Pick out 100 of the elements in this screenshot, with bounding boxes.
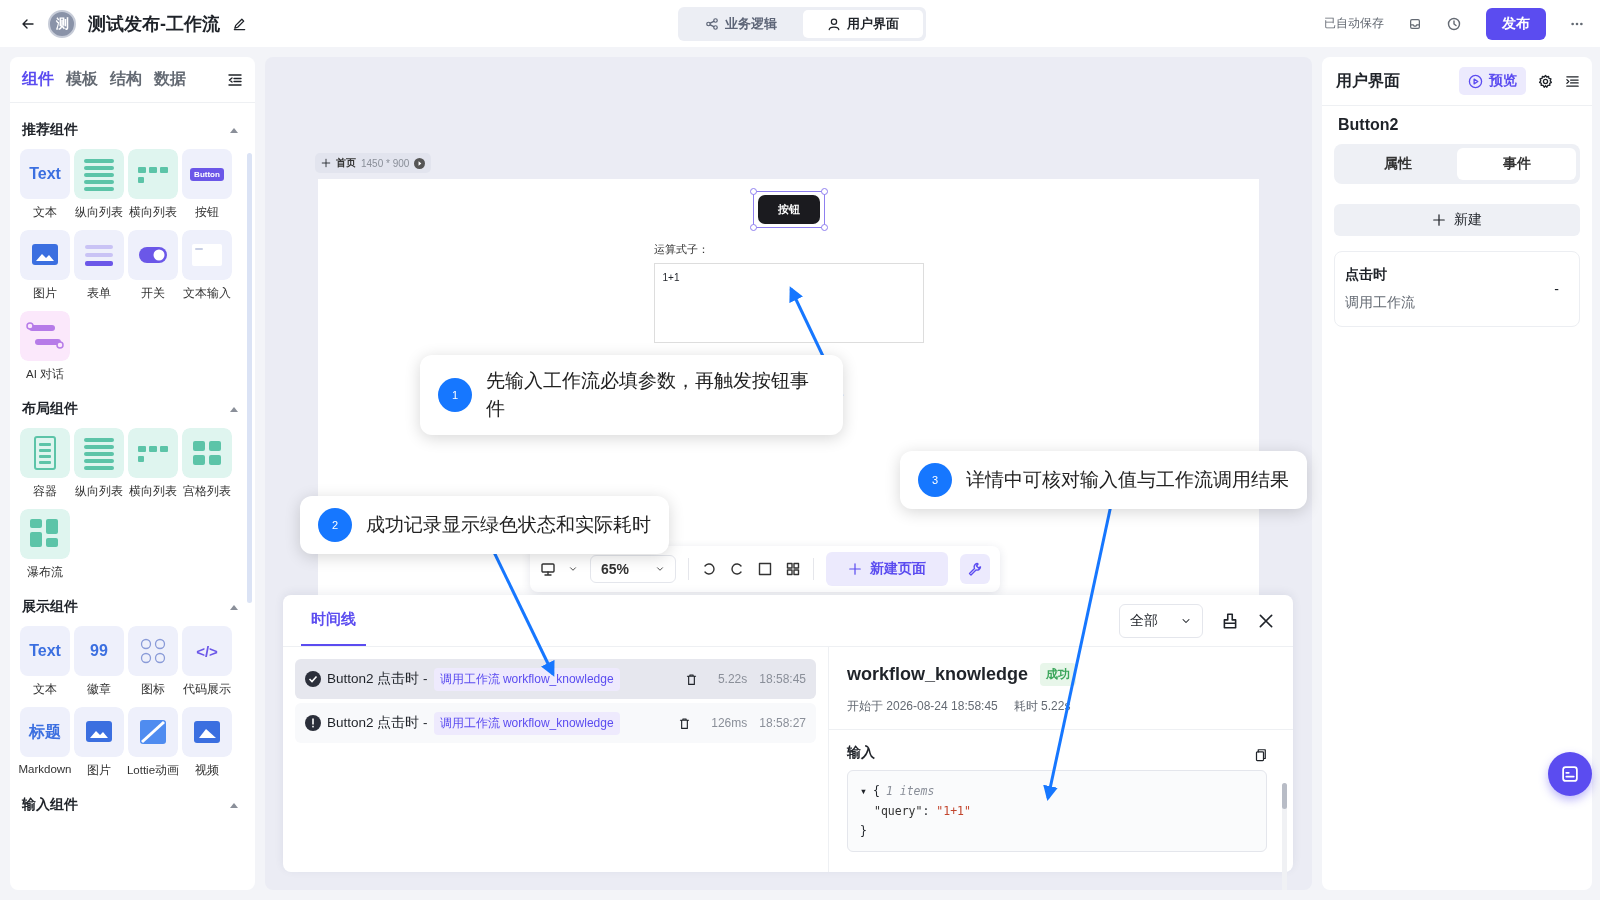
zoom-select[interactable]: 65% xyxy=(590,555,677,583)
start-time: 开始于 2026-08-24 18:58:45 xyxy=(847,698,998,715)
wrench-icon xyxy=(967,561,984,577)
component-tile[interactable]: AI 对话 xyxy=(18,311,72,382)
timeline-tab[interactable]: 时间线 xyxy=(301,595,366,646)
component-tile[interactable]: 横向列表 xyxy=(126,149,180,220)
json-value: "1+1" xyxy=(936,803,971,820)
check-icon xyxy=(305,671,321,687)
component-tile[interactable]: Lottie动画 xyxy=(126,707,180,778)
component-tile[interactable]: 纵向列表 xyxy=(72,428,126,499)
scrollbar[interactable] xyxy=(1282,783,1287,890)
caret-icon xyxy=(568,564,578,574)
new-event-button[interactable]: 新建 xyxy=(1334,204,1580,236)
canvas-button[interactable]: 按钮 xyxy=(757,195,820,224)
component-tile[interactable]: Text 文本 xyxy=(18,149,72,220)
component-tile[interactable]: 容器 xyxy=(18,428,72,499)
component-tile[interactable]: 视频 xyxy=(180,707,234,778)
resize-handle[interactable] xyxy=(749,188,757,195)
formula-input[interactable]: 1+1 xyxy=(653,263,924,343)
panel-tab[interactable]: 属性 xyxy=(1338,148,1457,180)
play-icon[interactable] xyxy=(414,157,426,169)
switch-icon xyxy=(128,230,178,280)
chat-icon xyxy=(20,311,70,361)
action-tag: 调用工作流 workflow_knowledge xyxy=(433,667,620,691)
component-tile[interactable]: 纵向列表 xyxy=(72,149,126,220)
panel-tab[interactable]: 事件 xyxy=(1457,148,1576,180)
collapse-caret-icon[interactable] xyxy=(229,126,239,134)
resize-handle[interactable] xyxy=(749,224,757,231)
status-tag: 成功 xyxy=(1040,663,1077,686)
component-tile[interactable]: 表单 xyxy=(72,230,126,301)
component-tile[interactable]: Text 文本 xyxy=(18,626,72,697)
toggle-icon[interactable]: ▾ xyxy=(860,781,867,801)
history-icon xyxy=(1446,15,1462,32)
move-icon xyxy=(321,158,331,168)
input-icon xyxy=(182,230,232,280)
component-tile[interactable]: 图片 xyxy=(72,707,126,778)
panel-tab[interactable]: 结构 xyxy=(110,69,142,90)
inbox-icon xyxy=(1408,16,1422,31)
container-icon xyxy=(20,428,70,478)
avatar: 测 xyxy=(48,9,76,38)
component-tile[interactable]: </> 代码展示 xyxy=(180,626,234,697)
play-icon xyxy=(1468,73,1483,89)
video-icon xyxy=(182,707,232,757)
step-number: 1 xyxy=(438,378,472,412)
event-trigger: 点击时 xyxy=(1345,266,1388,284)
component-tile[interactable]: 宫格列表 xyxy=(180,428,234,499)
publish-button[interactable]: 发布 xyxy=(1486,7,1546,40)
component-tile[interactable]: 文本输入 xyxy=(180,230,234,301)
section-title: 布局组件 xyxy=(22,400,78,418)
section-title: 输入组件 xyxy=(22,796,78,814)
collapse-icon xyxy=(227,71,243,88)
button-icon: Button xyxy=(182,149,232,199)
panel-tab[interactable]: 组件 xyxy=(22,69,54,90)
grid-icon xyxy=(182,428,232,478)
preview-button[interactable]: 预览 xyxy=(1459,67,1526,95)
detail-title: workflow_knowledge xyxy=(847,664,1029,685)
row-list-icon xyxy=(128,149,178,199)
timeline-record[interactable]: Button2 点击时 - 调用工作流 workflow_knowledge 5.22s 18:58:45 xyxy=(295,659,816,699)
tools-button[interactable] xyxy=(960,554,991,584)
event-card[interactable]: 点击时 调用工作流 - xyxy=(1334,251,1580,327)
component-tile[interactable]: 瀑布流 xyxy=(18,509,72,580)
trash-icon xyxy=(678,716,692,730)
component-tile[interactable]: 图标 xyxy=(126,626,180,697)
panel-tab[interactable]: 数据 xyxy=(154,69,186,90)
callout-text: 先输入工作流必填参数，再触发按钮事件 xyxy=(486,369,810,421)
text-icon: Text xyxy=(20,626,70,676)
collapse-caret-icon[interactable] xyxy=(229,603,239,611)
timeline-record[interactable]: Button2 点击时 - 调用工作流 workflow_knowledge 126ms 18:58:27 xyxy=(295,703,816,743)
panel-tab[interactable]: 模板 xyxy=(66,69,98,90)
section-label: 输入 xyxy=(847,744,875,762)
mode-tab[interactable]: 用户界面 xyxy=(803,9,923,38)
mode-tab[interactable]: 业务逻辑 xyxy=(681,9,801,38)
component-tile[interactable]: 开关 xyxy=(126,230,180,301)
form-icon xyxy=(74,230,124,280)
user-icon xyxy=(827,16,841,31)
autosave-status: 已自动保存 xyxy=(1324,15,1384,32)
component-tile[interactable]: 横向列表 xyxy=(126,428,180,499)
trash-icon xyxy=(684,672,698,686)
grid-icon xyxy=(20,509,70,559)
page-label[interactable]: 首页 1450 * 900 xyxy=(315,153,432,173)
json-brace: } xyxy=(860,823,867,840)
scrollbar[interactable] xyxy=(247,153,252,603)
filter-select[interactable]: 全部 xyxy=(1119,603,1203,638)
panel-title: 用户界面 xyxy=(1336,70,1401,91)
timestamp: 18:58:27 xyxy=(759,716,806,730)
component-tile[interactable]: 图片 xyxy=(18,230,72,301)
resize-handle[interactable] xyxy=(820,224,828,231)
app-title: 测试发布-工作流 xyxy=(88,12,220,36)
component-tile[interactable]: 标题 Markdown xyxy=(18,707,72,778)
component-tile[interactable]: 99 徽章 xyxy=(72,626,126,697)
collapse-caret-icon[interactable] xyxy=(229,801,239,809)
callout-text: 成功记录显示绿色状态和实际耗时 xyxy=(366,513,651,537)
copy-icon xyxy=(1253,748,1267,762)
component-tile[interactable]: Button 按钮 xyxy=(180,149,234,220)
new-page-button[interactable]: 新建页面 xyxy=(826,552,949,586)
menu-icon xyxy=(1565,73,1580,89)
resize-handle[interactable] xyxy=(820,188,828,195)
collapse-caret-icon[interactable] xyxy=(229,405,239,413)
monitor-icon xyxy=(540,561,556,577)
list-icon xyxy=(74,149,124,199)
